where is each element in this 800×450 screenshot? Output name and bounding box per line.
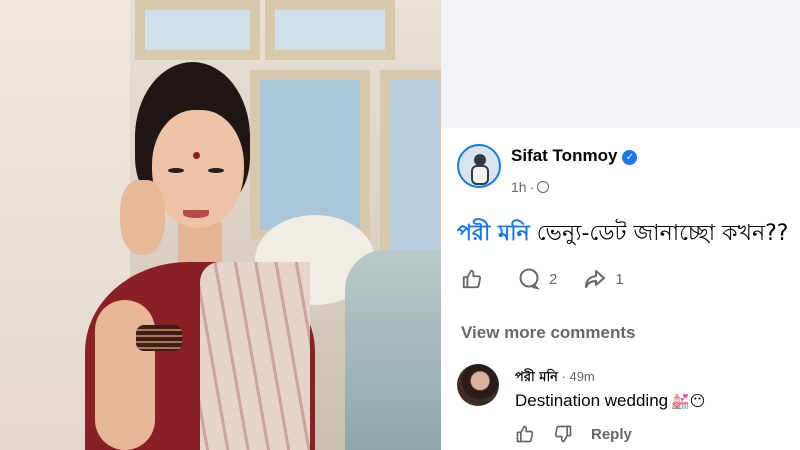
- view-more-comments-link[interactable]: View more comments: [461, 323, 635, 343]
- share-count: 1: [615, 270, 624, 288]
- reply-author-avatar[interactable]: [457, 364, 499, 406]
- like-button[interactable]: [461, 268, 491, 290]
- like-icon: [516, 425, 534, 443]
- reply-body: Destination wedding: [515, 391, 669, 410]
- post-actions: 2 1: [461, 266, 650, 292]
- comment-count: 2: [549, 270, 558, 288]
- reply-author: পরী মনি · 49m: [515, 368, 595, 389]
- comment-icon: [519, 268, 541, 290]
- share-icon: [585, 270, 606, 288]
- post-author[interactable]: Sifat Tonmoy ✓: [511, 146, 638, 166]
- reply-like-button[interactable]: [515, 424, 535, 444]
- dislike-icon: [554, 425, 572, 443]
- reply-time[interactable]: · 49m: [558, 369, 595, 384]
- reply-dislike-button[interactable]: [553, 424, 573, 444]
- post-time[interactable]: 1h: [511, 179, 527, 195]
- globe-icon: [537, 181, 550, 193]
- author-avatar[interactable]: [457, 144, 501, 188]
- reply-actions: Reply: [515, 424, 632, 444]
- share-button[interactable]: 1: [583, 267, 624, 291]
- facebook-post-panel: Sifat Tonmoy ✓ 1h · পরী মনি ভেন্যু-ডেট জান…: [441, 0, 800, 450]
- reply-author-name[interactable]: পরী মনি: [515, 370, 558, 385]
- post-meta: 1h ·: [511, 179, 550, 195]
- reply-button[interactable]: Reply: [591, 426, 632, 443]
- reply-text: Destination wedding 💒😶: [515, 391, 705, 411]
- post-author-name[interactable]: Sifat Tonmoy: [511, 146, 617, 165]
- like-icon: [462, 269, 482, 289]
- post-body: ভেন্যু-ডেট জানাচ্ছো কখন??: [529, 221, 789, 246]
- post-card: Sifat Tonmoy ✓ 1h · পরী মনি ভেন্যু-ডেট জান…: [441, 128, 800, 450]
- post-photo[interactable]: [0, 0, 441, 450]
- comment-button[interactable]: 2: [517, 267, 557, 291]
- verified-badge-icon: ✓: [622, 150, 638, 165]
- post-text: পরী মনি ভেন্যু-ডেট জানাচ্ছো কখন??: [457, 216, 788, 253]
- post-mention[interactable]: পরী মনি: [457, 221, 530, 246]
- reply-emoji: 💒😶: [671, 393, 706, 410]
